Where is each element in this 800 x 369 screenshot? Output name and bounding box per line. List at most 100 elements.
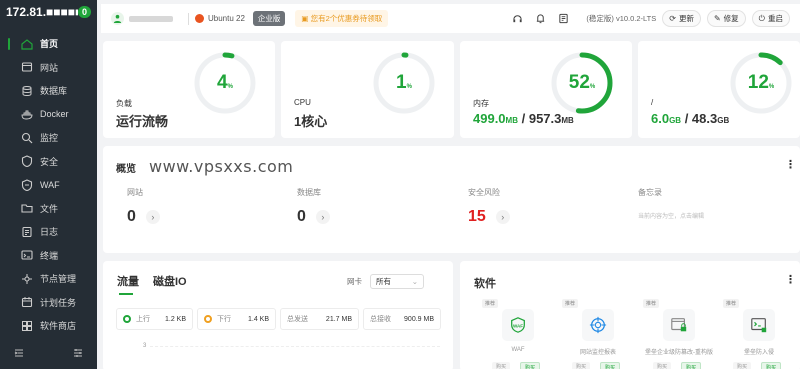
wrench-icon: ✎ <box>713 14 721 23</box>
memory-percent: 52% <box>568 72 596 93</box>
restart-button[interactable]: ⏻ 重启 <box>751 10 790 27</box>
memory-card[interactable]: 52% 内存 499.0MB / 957.3MB <box>460 41 632 138</box>
tab-traffic[interactable]: 流量 <box>117 273 139 295</box>
software-more-icon[interactable]: ⋮ <box>785 273 796 286</box>
coupon-promo-text: 您有2个优惠券待领取 <box>310 14 383 23</box>
os-info: Ubuntu 22 <box>195 14 245 23</box>
sidebar-item-9[interactable]: 终端 <box>0 244 97 268</box>
sidebar-item-11[interactable]: 计划任务 <box>0 291 97 315</box>
repair-button[interactable]: ✎ 修复 <box>706 10 746 27</box>
sidebar: 172.81.■■■■■■ 0 首页网站数据库 Docker 监控安全 WAF 文件日志… <box>0 0 97 369</box>
watermark: www.vpsxxs.com <box>149 157 294 176</box>
disk-label: / <box>651 98 654 107</box>
headset-icon[interactable] <box>510 12 524 26</box>
load-card[interactable]: 4% 负载 运行流畅 <box>103 41 275 138</box>
locked-window-icon <box>663 309 695 341</box>
sidebar-item-label: 网站 <box>40 62 59 73</box>
recommend-tag: 推荐 <box>482 299 499 308</box>
server-ip[interactable]: 172.81.■■■■■■ <box>6 5 78 19</box>
update-button[interactable]: ⟳ 更新 <box>662 10 701 27</box>
sidebar-item-label: 文件 <box>40 203 59 214</box>
sidebar-footer <box>0 345 97 363</box>
sidebar-item-12[interactable]: 软件商店 <box>0 314 97 338</box>
chevron-right-icon[interactable]: › <box>495 210 510 224</box>
user-info[interactable] <box>111 12 182 25</box>
software-item-waf[interactable]: 推荐 WAF WAF 购买 购买 <box>482 299 562 369</box>
sidebar-item-1[interactable]: 网站 <box>0 56 97 80</box>
overview-websites[interactable]: 网站 0 › <box>127 187 160 226</box>
overview-security-risk[interactable]: 安全风险 15 › <box>468 187 510 226</box>
top-bar: Ubuntu 22 企业版 ▣ 您有2个优惠券待领取 (稳定版) v10.0.2… <box>101 4 800 33</box>
settings-menu-icon[interactable] <box>73 345 83 363</box>
nic-select[interactable]: 所有 ⌄ <box>370 274 424 289</box>
software-item-monitor-report[interactable]: 推荐 网站监控报表 购买 购买 <box>562 299 642 369</box>
recommend-tag: 推荐 <box>723 299 740 308</box>
stat-total-sent: 总发送 21.7 MB <box>280 308 359 330</box>
upload-indicator-icon <box>123 315 131 323</box>
disk-card[interactable]: 12% / 6.0GB / 48.3GB <box>638 41 800 138</box>
sidebar-item-5[interactable]: 安全 <box>0 150 97 174</box>
stat-download: 下行 1.4 KB <box>197 308 276 330</box>
disk-percent: 12% <box>747 72 775 93</box>
sidebar-item-label: 日志 <box>40 227 59 238</box>
software-item-intrusion-defense[interactable]: 推荐 堡垒防入侵 购买 购买 <box>723 299 800 369</box>
memo-placeholder[interactable]: 当前内容为空，点击编辑 <box>638 211 704 220</box>
overview-databases[interactable]: 数据库 0 › <box>297 187 330 226</box>
coupon-promo[interactable]: ▣ 您有2个优惠券待领取 <box>295 10 389 27</box>
sidebar-item-10[interactable]: 节点管理 <box>0 267 97 291</box>
home-icon <box>21 38 33 50</box>
alert-count-badge[interactable]: 0 <box>77 6 91 18</box>
buy-button[interactable]: 购买 <box>733 362 752 369</box>
overview-more-icon[interactable]: ⋮ <box>785 158 796 171</box>
tab-disk-io[interactable]: 磁盘IO <box>153 273 187 295</box>
sidebar-item-7[interactable]: 文件 <box>0 197 97 221</box>
cpu-card[interactable]: 1% CPU 1核心 <box>281 41 454 138</box>
sidebar-item-3[interactable]: Docker <box>0 103 97 127</box>
bell-icon[interactable] <box>533 12 547 26</box>
os-name: Ubuntu 22 <box>208 14 245 23</box>
version-label[interactable]: (稳定版) v10.0.2-LTS <box>586 13 656 24</box>
buy-button[interactable]: 购买 <box>492 362 511 369</box>
buy-button[interactable]: 购买 <box>572 362 591 369</box>
buy-button[interactable]: 购买 <box>653 362 672 369</box>
sidebar-item-0[interactable]: 首页 <box>0 32 97 56</box>
sidebar-item-4[interactable]: 监控 <box>0 126 97 150</box>
store-icon <box>21 320 33 332</box>
sidebar-item-label: 计划任务 <box>40 297 77 308</box>
software-name: WAF <box>511 347 525 353</box>
buy-button-2[interactable]: 购买 <box>681 362 702 369</box>
load-percent: 4% <box>217 72 233 93</box>
log-icon <box>21 226 33 238</box>
nodes-icon <box>21 273 33 285</box>
nic-selector: 网卡 所有 ⌄ <box>347 274 424 289</box>
calendar-icon <box>21 296 33 308</box>
edition-badge[interactable]: 企业版 <box>252 11 286 26</box>
memory-label: 内存 <box>473 99 489 108</box>
stat-total-received: 总接收 900.9 MB <box>363 308 441 330</box>
recommend-tag: 推荐 <box>562 299 579 308</box>
sidebar-item-label: 软件商店 <box>40 321 77 332</box>
overview-memo[interactable]: 备忘录 当前内容为空，点击编辑 <box>638 187 704 220</box>
chevron-right-icon[interactable]: › <box>315 210 330 224</box>
collapse-menu-icon[interactable] <box>14 345 24 363</box>
disk-usage: 6.0GB / 48.3GB <box>651 111 730 126</box>
power-icon: ⏻ <box>758 13 765 23</box>
chart-y-tick: 3 <box>143 343 147 349</box>
buy-button-2[interactable]: 购买 <box>520 362 541 369</box>
sidebar-nav: 首页网站数据库 Docker 监控 安全 WAF 文件日志终端 节点管理计划任务软件商店 <box>0 32 97 338</box>
chevron-down-icon: ⌄ <box>411 277 418 286</box>
buy-button-2[interactable]: 购买 <box>600 362 621 369</box>
sidebar-item-label: 数据库 <box>40 86 68 97</box>
stat-upload: 上行 1.2 KB <box>116 308 193 330</box>
sidebar-item-6[interactable]: WAF <box>0 173 97 197</box>
notes-icon[interactable] <box>556 12 570 26</box>
sidebar-item-2[interactable]: 数据库 <box>0 79 97 103</box>
folder-icon <box>21 202 33 214</box>
memory-usage: 499.0MB / 957.3MB <box>473 111 574 126</box>
globe-icon <box>21 61 33 73</box>
buy-button-2[interactable]: 购买 <box>761 362 782 369</box>
sidebar-item-8[interactable]: 日志 <box>0 220 97 244</box>
terminal-icon <box>21 249 33 261</box>
software-item-tamper-proof[interactable]: 推荐 堡垒企业级防篡改-重构版 购买 购买 <box>643 299 723 369</box>
chevron-right-icon[interactable]: › <box>145 210 160 224</box>
